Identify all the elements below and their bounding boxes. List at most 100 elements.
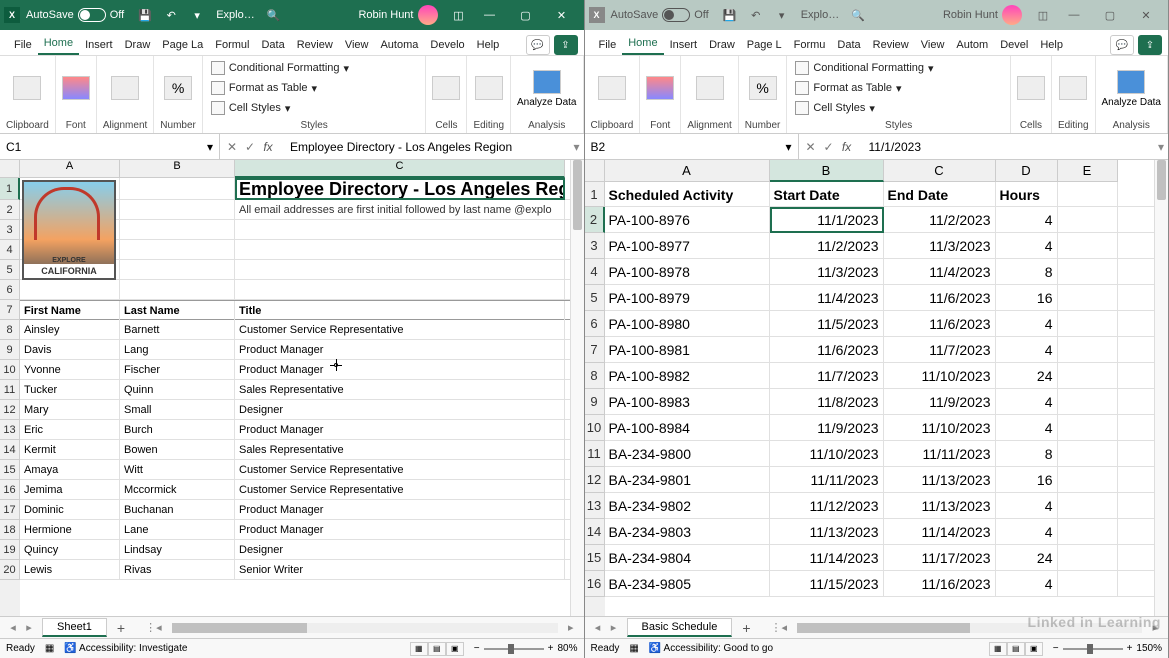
ribbon-tab-help[interactable]: Help <box>1034 35 1069 55</box>
row-header[interactable]: 18 <box>0 520 20 540</box>
col-header[interactable]: C <box>235 160 565 178</box>
cell[interactable]: 11/14/2023 <box>770 545 884 571</box>
next-sheet-icon[interactable]: ▸ <box>607 621 621 634</box>
row-header[interactable]: 12 <box>585 467 605 493</box>
view-layout-icon[interactable]: ▤ <box>428 642 446 656</box>
titlebar[interactable]: X AutoSave Off 💾 ↶ ▾ Explo… 🔍 Robin Hunt… <box>585 0 1169 30</box>
column-header-cell[interactable]: Title <box>235 301 565 321</box>
cell[interactable]: 11/4/2023 <box>770 285 884 311</box>
view-normal-icon[interactable]: ▦ <box>989 642 1007 656</box>
name-box[interactable]: B2▾ <box>585 134 799 159</box>
undo-icon[interactable]: ↶ <box>743 5 769 25</box>
save-icon[interactable]: 💾 <box>717 5 743 25</box>
ribbon-tab-autom[interactable]: Autom <box>950 35 994 55</box>
cell[interactable]: 8 <box>996 259 1058 285</box>
row-header[interactable]: 16 <box>0 480 20 500</box>
cell[interactable]: 11/3/2023 <box>770 259 884 285</box>
cell[interactable]: Rivas <box>120 560 235 580</box>
cell[interactable]: 11/1/2023 <box>770 207 884 233</box>
filename[interactable]: Explo… <box>801 9 840 21</box>
ribbon-mode-icon[interactable]: ◫ <box>1030 5 1056 25</box>
ribbon-tab-page l[interactable]: Page L <box>741 35 788 55</box>
column-header-cell[interactable]: Start Date <box>770 182 884 207</box>
cell[interactable]: Product Manager <box>235 500 565 520</box>
cell[interactable]: Product Manager <box>235 340 565 360</box>
cell[interactable]: PA-100-8976 <box>605 207 770 233</box>
sheet-tab[interactable]: Basic Schedule <box>627 618 733 637</box>
group-alignment[interactable]: Alignment <box>97 56 154 133</box>
vertical-scrollbar[interactable] <box>1154 160 1168 616</box>
search-icon[interactable]: 🔍 <box>261 5 287 25</box>
column-header-cell[interactable]: Last Name <box>120 301 235 321</box>
cell[interactable]: 4 <box>996 415 1058 441</box>
cell[interactable] <box>1058 571 1118 597</box>
cell[interactable] <box>1058 285 1118 311</box>
row-header[interactable]: 14 <box>585 519 605 545</box>
cell[interactable] <box>1058 337 1118 363</box>
cell[interactable]: 11/4/2023 <box>884 259 996 285</box>
cell[interactable]: BA-234-9801 <box>605 467 770 493</box>
zoom-out-icon[interactable]: − <box>1053 643 1059 654</box>
row-header[interactable]: 8 <box>0 320 20 340</box>
cell[interactable]: All email addresses are first initial fo… <box>235 200 565 220</box>
ribbon-tab-devel[interactable]: Devel <box>994 35 1034 55</box>
zoom-control[interactable]: −+80% <box>474 643 578 654</box>
vertical-scrollbar[interactable] <box>570 160 584 616</box>
cell[interactable] <box>120 240 235 260</box>
formula-input[interactable]: 11/1/2023 <box>863 140 1154 154</box>
group-analysis[interactable]: Analyze DataAnalysis <box>1096 56 1168 133</box>
cell[interactable]: Davis <box>20 340 120 360</box>
row-header[interactable]: 10 <box>0 360 20 380</box>
ribbon-tab-file[interactable]: File <box>8 35 38 55</box>
ribbon-tab-data[interactable]: Data <box>831 35 866 55</box>
ribbon-tab-home[interactable]: Home <box>38 33 79 55</box>
cell[interactable] <box>1058 389 1118 415</box>
cell[interactable]: 11/2/2023 <box>770 233 884 259</box>
cell[interactable]: Lang <box>120 340 235 360</box>
cell[interactable]: PA-100-8983 <box>605 389 770 415</box>
cell[interactable] <box>1058 415 1118 441</box>
cell[interactable]: Quincy <box>20 540 120 560</box>
chevron-down-icon[interactable]: ▾ <box>569 140 583 154</box>
cell[interactable]: PA-100-8977 <box>605 233 770 259</box>
column-header-cell[interactable]: Scheduled Activity <box>605 182 770 207</box>
cell[interactable]: 11/9/2023 <box>770 415 884 441</box>
cell[interactable]: PA-100-8981 <box>605 337 770 363</box>
cell[interactable]: Designer <box>235 540 565 560</box>
col-header[interactable]: B <box>120 160 235 178</box>
cell[interactable] <box>235 260 565 280</box>
cell[interactable]: Ainsley <box>20 320 120 340</box>
format-as-table-button[interactable]: Format as Table▾ <box>795 80 901 96</box>
ribbon-tab-draw[interactable]: Draw <box>119 35 157 55</box>
row-header[interactable]: 16 <box>585 571 605 597</box>
view-break-icon[interactable]: ▣ <box>1025 642 1043 656</box>
cell[interactable]: BA-234-9800 <box>605 441 770 467</box>
cell[interactable]: Yvonne <box>20 360 120 380</box>
minimize-button[interactable]: — <box>472 5 508 25</box>
titlebar[interactable]: X AutoSave Off 💾 ↶ ▾ Explo… 🔍 Robin Hunt… <box>0 0 584 30</box>
ribbon-mode-icon[interactable]: ◫ <box>446 5 472 25</box>
group-cells[interactable]: Cells <box>1011 56 1052 133</box>
chevron-down-icon[interactable]: ▾ <box>207 140 213 154</box>
cell[interactable]: Burch <box>120 420 235 440</box>
chevron-down-icon[interactable]: ▾ <box>785 140 791 154</box>
group-editing[interactable]: Editing <box>467 56 511 133</box>
cell[interactable]: Product Manager <box>235 420 565 440</box>
col-header[interactable]: D <box>996 160 1058 182</box>
cell[interactable]: Witt <box>120 460 235 480</box>
col-header[interactable]: B <box>770 160 884 182</box>
cell[interactable]: BA-234-9802 <box>605 493 770 519</box>
cell[interactable]: Dominic <box>20 500 120 520</box>
cell[interactable]: 11/15/2023 <box>770 571 884 597</box>
cell[interactable]: 11/13/2023 <box>884 493 996 519</box>
cell[interactable]: Lindsay <box>120 540 235 560</box>
row-header[interactable]: 2 <box>585 207 605 233</box>
row-header[interactable]: 13 <box>0 420 20 440</box>
cell[interactable]: PA-100-8982 <box>605 363 770 389</box>
comments-icon[interactable]: 💬 <box>526 35 550 55</box>
row-header[interactable]: 8 <box>585 363 605 389</box>
group-clipboard[interactable]: Clipboard <box>585 56 641 133</box>
column-header-cell[interactable]: First Name <box>20 301 120 321</box>
row-header[interactable]: 15 <box>585 545 605 571</box>
next-sheet-icon[interactable]: ▸ <box>22 621 36 634</box>
